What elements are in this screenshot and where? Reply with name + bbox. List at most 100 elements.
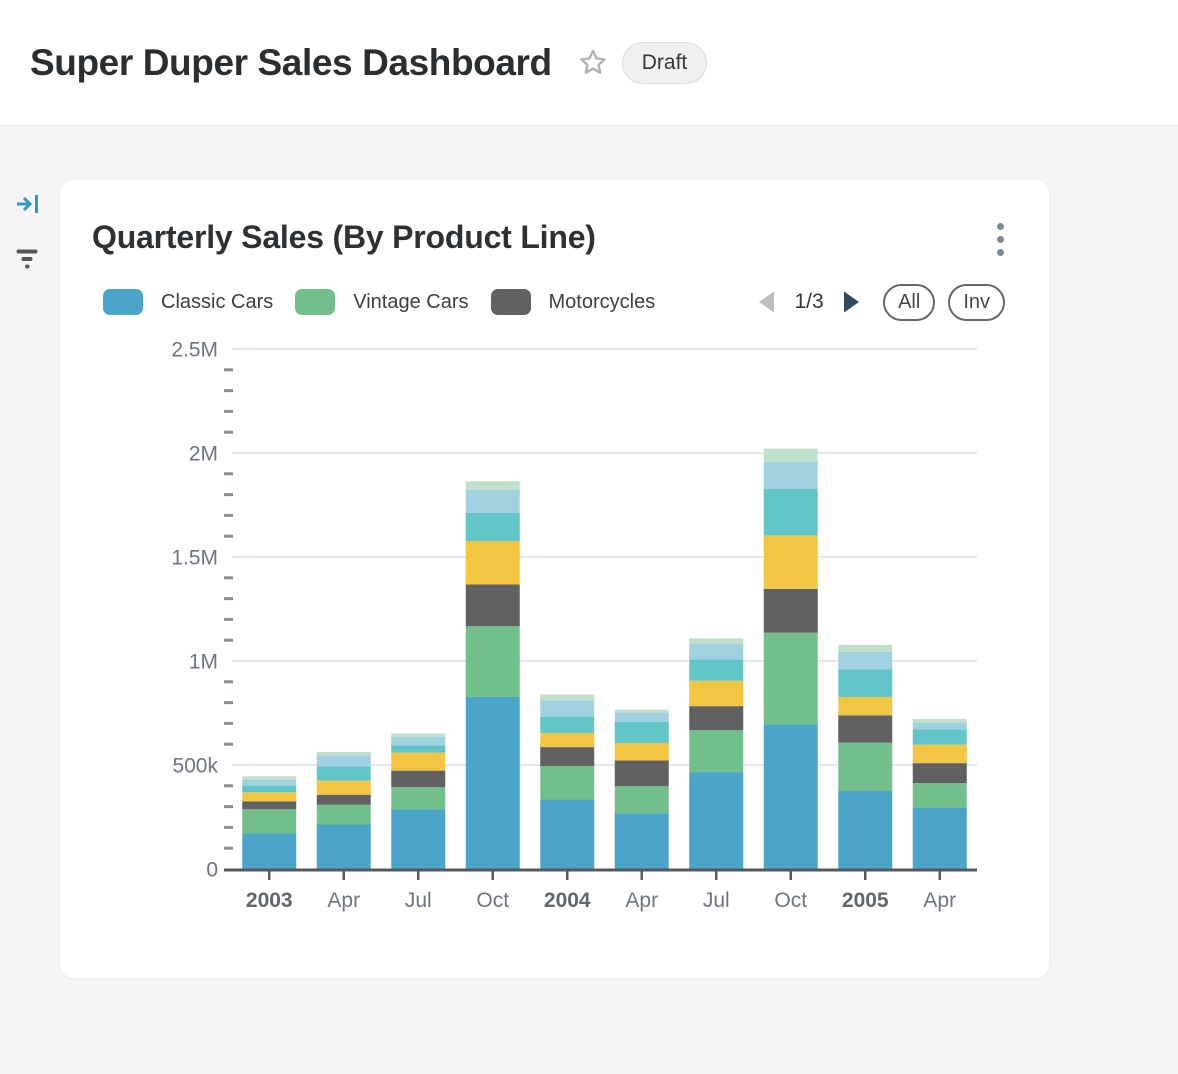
bar-segment-motorcycles-2005-8[interactable] xyxy=(838,715,892,742)
bar-segment-classic-cars-2003-0[interactable] xyxy=(242,833,296,869)
legend-item-vintage-cars[interactable]: Vintage Cars xyxy=(295,289,468,315)
bar-segment-yellow-2004-4[interactable] xyxy=(540,733,594,747)
favorite-star-button[interactable] xyxy=(576,46,610,80)
x-axis-label: Jul xyxy=(405,889,432,912)
bar-segment-light-blue-jul-6[interactable] xyxy=(689,643,743,659)
filter-button[interactable] xyxy=(11,241,43,273)
select-all-button[interactable]: All xyxy=(883,284,935,321)
y-axis-label: 2M xyxy=(189,443,218,466)
bar-segment-light-blue-2004-4[interactable] xyxy=(540,700,594,717)
bar-segment-light-blue-apr-5[interactable] xyxy=(615,713,669,722)
bar-segment-vintage-cars-oct-7[interactable] xyxy=(764,633,818,725)
bar-segment-vintage-cars-apr-1[interactable] xyxy=(317,805,371,825)
invert-selection-button[interactable]: Inv xyxy=(948,284,1005,321)
bar-segment-teal-2004-4[interactable] xyxy=(540,717,594,733)
bar-segment-vintage-cars-oct-3[interactable] xyxy=(466,626,520,697)
bar-segment-light-blue-oct-3[interactable] xyxy=(466,490,520,513)
bar-segment-yellow-apr-1[interactable] xyxy=(317,781,371,795)
legend-swatch xyxy=(295,289,335,315)
y-axis-label: 500k xyxy=(172,755,218,778)
bar-segment-vintage-cars-apr-5[interactable] xyxy=(615,786,669,813)
kebab-icon xyxy=(997,223,1004,230)
bar-segment-yellow-jul-6[interactable] xyxy=(689,681,743,706)
x-axis-label: 2004 xyxy=(544,889,591,912)
bar-segment-teal-2005-8[interactable] xyxy=(838,670,892,697)
bar-segment-pale-green-2005-8[interactable] xyxy=(838,645,892,652)
bar-segment-classic-cars-2004-4[interactable] xyxy=(540,800,594,869)
legend-swatch xyxy=(491,289,531,315)
bar-segment-motorcycles-jul-6[interactable] xyxy=(689,706,743,730)
bar-segment-pale-green-apr-5[interactable] xyxy=(615,710,669,713)
bar-segment-classic-cars-jul-2[interactable] xyxy=(391,809,445,869)
bar-segment-classic-cars-apr-1[interactable] xyxy=(317,824,371,869)
bar-segment-classic-cars-oct-3[interactable] xyxy=(466,697,520,869)
bar-segment-motorcycles-2004-4[interactable] xyxy=(540,747,594,766)
legend-next-page-button[interactable] xyxy=(839,288,863,316)
bar-segment-light-blue-oct-7[interactable] xyxy=(764,462,818,489)
bar-segment-light-blue-2003-0[interactable] xyxy=(242,780,296,786)
bar-segment-yellow-2005-8[interactable] xyxy=(838,697,892,715)
bar-segment-teal-apr-5[interactable] xyxy=(615,722,669,743)
bar-segment-pale-green-apr-1[interactable] xyxy=(317,752,371,755)
bar-segment-teal-oct-7[interactable] xyxy=(764,489,818,535)
x-axis-label: Apr xyxy=(625,889,658,912)
bar-segment-motorcycles-apr-5[interactable] xyxy=(615,760,669,786)
bar-segment-pale-green-oct-3[interactable] xyxy=(466,481,520,490)
bar-segment-vintage-cars-2003-0[interactable] xyxy=(242,809,296,833)
bar-segment-classic-cars-apr-9[interactable] xyxy=(913,807,967,869)
bar-segment-classic-cars-2005-8[interactable] xyxy=(838,791,892,869)
collapse-panel-button[interactable] xyxy=(12,188,44,220)
bar-segment-motorcycles-oct-3[interactable] xyxy=(466,584,520,626)
card-menu-button[interactable] xyxy=(989,220,1011,258)
legend-label: Vintage Cars xyxy=(353,291,468,314)
bar-segment-motorcycles-apr-1[interactable] xyxy=(317,795,371,805)
bar-segment-light-blue-apr-9[interactable] xyxy=(913,723,967,730)
y-axis-label: 2.5M xyxy=(171,339,218,362)
content-area: Quarterly Sales (By Product Line) Classi… xyxy=(0,126,1178,1074)
triangle-right-icon xyxy=(841,290,861,314)
star-icon xyxy=(577,47,609,79)
bar-segment-pale-green-apr-9[interactable] xyxy=(913,719,967,723)
bar-segment-classic-cars-jul-6[interactable] xyxy=(689,772,743,869)
bar-segment-motorcycles-apr-9[interactable] xyxy=(913,763,967,783)
bar-segment-pale-green-jul-6[interactable] xyxy=(689,638,743,643)
bar-segment-yellow-oct-3[interactable] xyxy=(466,541,520,584)
legend-item-classic-cars[interactable]: Classic Cars xyxy=(103,289,273,315)
bar-segment-pale-green-2004-4[interactable] xyxy=(540,694,594,700)
legend-item-motorcycles[interactable]: Motorcycles xyxy=(491,289,656,315)
bar-segment-yellow-apr-5[interactable] xyxy=(615,743,669,760)
bar-segment-teal-jul-6[interactable] xyxy=(689,659,743,680)
bar-segment-yellow-oct-7[interactable] xyxy=(764,535,818,588)
chart-card: Quarterly Sales (By Product Line) Classi… xyxy=(60,180,1049,978)
bar-segment-vintage-cars-jul-6[interactable] xyxy=(689,730,743,772)
bar-segment-pale-green-jul-2[interactable] xyxy=(391,733,445,737)
bar-segment-yellow-jul-2[interactable] xyxy=(391,753,445,771)
bar-segment-light-blue-apr-1[interactable] xyxy=(317,755,371,766)
bar-segment-motorcycles-jul-2[interactable] xyxy=(391,771,445,788)
bar-segment-pale-green-oct-7[interactable] xyxy=(764,449,818,462)
bar-segment-classic-cars-oct-7[interactable] xyxy=(764,724,818,869)
x-axis-label: Jul xyxy=(703,889,730,912)
bar-segment-light-blue-jul-2[interactable] xyxy=(391,737,445,745)
x-axis-label: 2005 xyxy=(842,889,889,912)
bar-segment-teal-2003-0[interactable] xyxy=(242,786,296,793)
bar-segment-vintage-cars-jul-2[interactable] xyxy=(391,787,445,809)
bar-segment-motorcycles-2003-0[interactable] xyxy=(242,801,296,809)
bar-segment-classic-cars-apr-5[interactable] xyxy=(615,813,669,869)
y-axis-label: 1.5M xyxy=(171,547,218,570)
bar-segment-vintage-cars-2004-4[interactable] xyxy=(540,766,594,799)
bar-segment-pale-green-2003-0[interactable] xyxy=(242,776,296,780)
legend-prev-page-button[interactable] xyxy=(755,288,779,316)
bar-segment-vintage-cars-2005-8[interactable] xyxy=(838,743,892,791)
bar-segment-teal-jul-2[interactable] xyxy=(391,745,445,752)
bar-segment-teal-apr-9[interactable] xyxy=(913,729,967,744)
bar-segment-vintage-cars-apr-9[interactable] xyxy=(913,783,967,807)
bar-segment-motorcycles-oct-7[interactable] xyxy=(764,589,818,633)
bar-segment-yellow-apr-9[interactable] xyxy=(913,745,967,764)
bar-segment-teal-oct-3[interactable] xyxy=(466,513,520,541)
x-axis-label: Oct xyxy=(774,889,807,912)
bar-segment-teal-apr-1[interactable] xyxy=(317,766,371,780)
bar-segment-yellow-2003-0[interactable] xyxy=(242,792,296,801)
bar-segment-light-blue-2005-8[interactable] xyxy=(838,652,892,670)
quarterly-sales-stacked-bar-chart: 0500k1M1.5M2M2.5M2003AprJulOct2004AprJul… xyxy=(60,330,1049,950)
